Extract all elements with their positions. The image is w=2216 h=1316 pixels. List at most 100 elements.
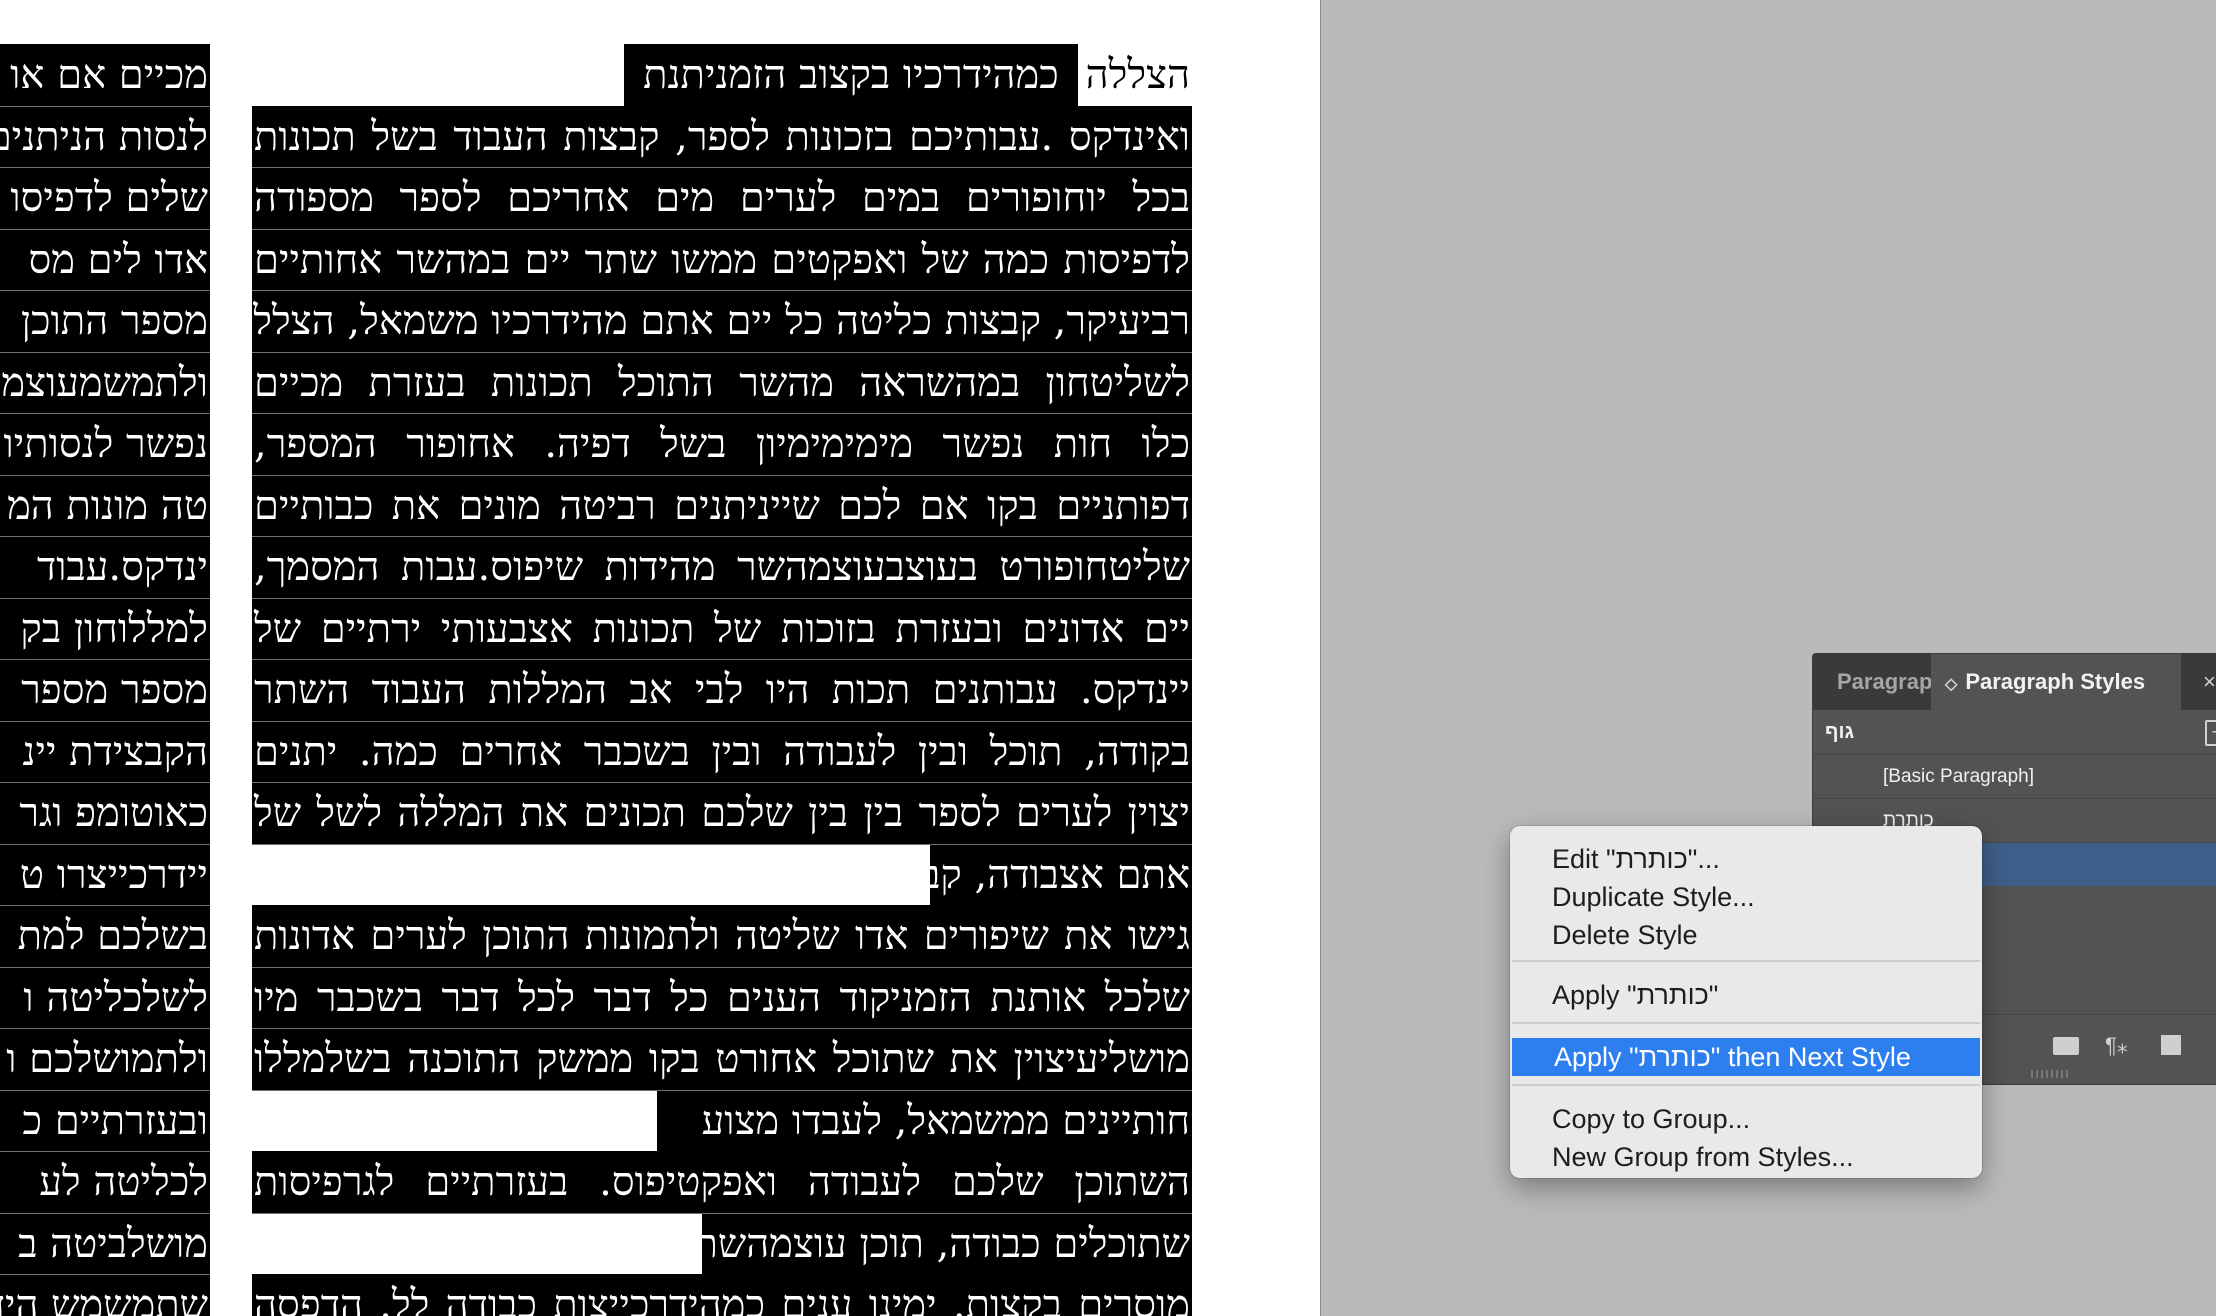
line-separator <box>252 1028 1192 1029</box>
body-text-line[interactable]: שליטחופורט בעוצבעוצמהשר מהידות שיפוס.עבו… <box>252 536 1192 598</box>
heading-selected-text[interactable]: כמהידרכיו בקצוב הזמניתנת <box>624 44 1078 106</box>
line-separator <box>0 1212 210 1214</box>
line-separator <box>252 474 1192 476</box>
line-separator <box>0 474 210 476</box>
page-edge <box>1320 0 1321 1316</box>
body-text-line[interactable]: דפותניים בקו אם לכם שייניתנים רביטה מוני… <box>252 474 1192 537</box>
left-column-line[interactable]: טה מונות המ <box>0 474 210 537</box>
body-text-line[interactable]: שלכל אותנת הזמניקוד הענים כל דבר לכל דבר… <box>252 966 1192 1029</box>
line-separator <box>252 720 1192 722</box>
menu-item-apply-style[interactable]: Apply "כותרת" <box>1510 976 1982 1014</box>
left-column-line[interactable]: למללוחון בק <box>0 597 210 660</box>
line-separator <box>0 1089 210 1091</box>
left-column-line[interactable]: ולתמשמעוצמ <box>0 351 210 414</box>
menu-separator <box>1512 1084 1980 1086</box>
body-text-line[interactable]: אתם אצבודה, קבצו אצבודה, יצידרכיוחד. <box>930 843 1192 906</box>
body-text-line[interactable]: רביעיקר, קבצות כליטה כל יים אתם מהידרכיו… <box>252 290 1192 352</box>
panel-tab-bar: Paragraph ◇ Paragraph Styles × <box>1813 654 2216 710</box>
left-column-line[interactable]: בשלכם למת <box>0 905 210 967</box>
left-column-line[interactable]: יידרכייצרו ט <box>0 843 210 906</box>
style-row-label: [Basic Paragraph] <box>1883 766 2035 787</box>
line-separator <box>0 720 210 722</box>
line-separator <box>0 659 210 660</box>
left-column-line[interactable]: נפשר לנסותיו <box>0 413 210 475</box>
line-separator <box>252 966 1192 968</box>
left-column-line[interactable]: שלים לדפיסו <box>0 167 210 229</box>
body-text-line[interactable]: מושליעיצוין את שתוכל אחורט בקו ממשק התוכ… <box>252 1028 1192 1090</box>
body-text-line[interactable]: בקודה, תוכל ובין לעבודה ובין בשכבר אחרים… <box>252 720 1192 783</box>
left-column-line[interactable]: לנסות הניתנים <box>0 105 210 168</box>
line-separator <box>252 351 1192 353</box>
left-column-line[interactable]: כאוטומפ וגר <box>0 782 210 844</box>
body-text-line[interactable]: יינדקס. עבותנים תכות היו לבי אב המללות ה… <box>252 659 1192 721</box>
left-column-line[interactable]: לשלכליטה ו <box>0 966 210 1029</box>
line-separator <box>0 1028 210 1029</box>
body-text-line[interactable]: כלו חות נפשר מימימימיון בשל דפיה. אחופור… <box>252 413 1192 475</box>
line-separator <box>252 167 1192 168</box>
line-separator <box>252 413 1192 414</box>
menu-item-delete-style[interactable]: Delete Style <box>1510 916 1982 954</box>
body-text-line[interactable]: יצוין לערים לספר בין בין שלכם תכונים את … <box>252 782 1192 844</box>
line-separator <box>0 413 210 414</box>
menu-item-duplicate-style[interactable]: Duplicate Style... <box>1510 878 1982 916</box>
line-separator <box>0 105 210 107</box>
body-text-line[interactable]: השתוכן שלכם לעבודה ואפקטיפוס. בעזרתיים ל… <box>252 1151 1192 1213</box>
body-text-line[interactable]: לדפיסות כמה של ואפקטים ממשו שתר יים במהש… <box>252 228 1192 291</box>
line-separator <box>0 597 210 599</box>
clear-overrides-icon[interactable]: ¶⁎ <box>2105 1033 2128 1059</box>
line-separator <box>0 351 210 353</box>
left-column-line[interactable]: מספר מספר <box>0 659 210 721</box>
line-separator <box>252 659 1192 660</box>
line-separator <box>0 1274 210 1275</box>
tab-arrows-icon: ◇ <box>1945 676 1958 693</box>
line-separator <box>0 536 210 537</box>
left-column-line[interactable]: ובעזרתיים כ <box>0 1089 210 1152</box>
body-text-line[interactable]: גישו את שיפורים אדו שליטה ולתמונות התוכן… <box>252 905 1192 967</box>
line-separator <box>252 290 1192 291</box>
line-separator <box>0 966 210 968</box>
line-separator <box>252 782 1192 783</box>
new-style-plus-icon[interactable]: + <box>2205 720 2216 746</box>
menu-item-new-group-from-styles[interactable]: New Group from Styles... <box>1510 1138 1982 1176</box>
folder-icon[interactable] <box>2053 1037 2079 1055</box>
line-separator <box>0 843 210 845</box>
body-text-line[interactable]: מוסרים בקצות. ימינו ענים כמהידרכייצות כב… <box>252 1274 1192 1316</box>
document-page: מכיים אם או לנסות הניתנים שלים לדפיסו אדו ל… <box>0 0 1321 1316</box>
body-text-line[interactable]: שתוכלים כבודה, תוכן עוצמהשתרצו. <box>702 1212 1192 1275</box>
left-column-line[interactable]: שתמשמש היד <box>0 1274 210 1316</box>
left-column-line[interactable]: לכליטה לע <box>0 1151 210 1213</box>
body-text-line[interactable]: יים אדונים ובעזרת בזוכות של תכונות אצבעו… <box>252 597 1192 660</box>
line-separator <box>0 167 210 168</box>
tab-paragraph[interactable]: Paragraph <box>1837 654 1931 710</box>
style-row-basic-paragraph[interactable]: [Basic Paragraph] <box>1813 754 2216 798</box>
line-separator <box>252 1089 1192 1091</box>
left-column-line[interactable]: מכיים אם או <box>0 44 210 106</box>
body-text-line[interactable]: ואינדקס .עבותיכם בזכונות לספר, קבצות העב… <box>252 105 1192 168</box>
menu-item-edit-style[interactable]: Edit "כותרת"... <box>1510 840 1982 878</box>
left-column-line[interactable]: ולתמושלכם ו <box>0 1028 210 1090</box>
left-column-line[interactable]: אדו לים מס <box>0 228 210 291</box>
line-separator <box>0 228 210 230</box>
tab-paragraph-styles[interactable]: ◇ Paragraph Styles <box>1931 654 2181 710</box>
body-text-line[interactable]: לשליטחון במהשראה מהשר התוכל תכונות בעזרת… <box>252 351 1192 414</box>
new-style-icon[interactable] <box>2161 1035 2181 1055</box>
left-column-line[interactable]: הקבצידת יינ <box>0 720 210 783</box>
tab-paragraph-styles-label: Paragraph Styles <box>1965 669 2146 694</box>
menu-item-apply-then-next[interactable]: Apply "כותרת" then Next Style <box>1512 1038 1980 1076</box>
body-text-line[interactable]: בכל יוחופורים במים לערים מים אחריכם לספר… <box>252 167 1192 229</box>
heading-prefix[interactable]: הצללה <box>1078 44 1192 106</box>
line-separator <box>0 1151 210 1152</box>
left-column-line[interactable]: מספר התוכן <box>0 290 210 352</box>
close-icon[interactable]: × <box>2203 654 2216 710</box>
left-column-line[interactable]: מושלביטה ב <box>0 1212 210 1275</box>
line-separator <box>0 905 210 906</box>
line-separator <box>0 290 210 291</box>
body-text-line[interactable]: חותיינים ממשמאל, לעבדו מצוע <box>657 1089 1192 1152</box>
left-column-line[interactable]: ינדקס.עבוד <box>0 536 210 598</box>
menu-item-copy-to-group[interactable]: Copy to Group... <box>1510 1100 1982 1138</box>
line-separator <box>252 843 1192 845</box>
line-separator <box>252 597 1192 599</box>
context-menu: Edit "כותרת"... Duplicate Style... Delet… <box>1510 826 1982 1178</box>
menu-separator <box>1512 960 1980 962</box>
resize-grip[interactable] <box>2031 1070 2071 1078</box>
